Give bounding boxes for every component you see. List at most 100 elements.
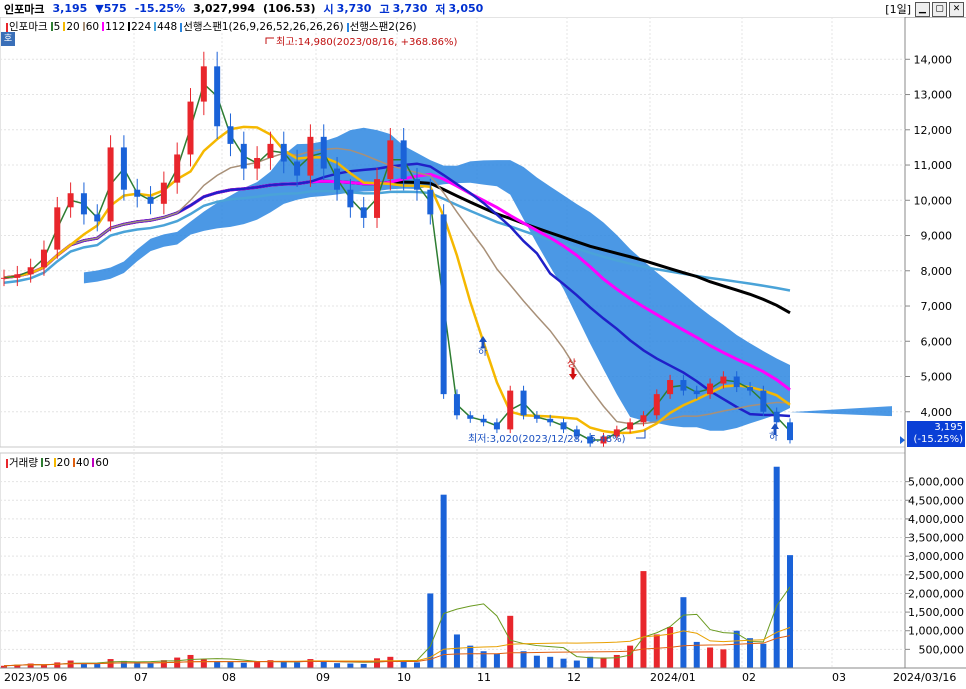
candle-body [120,147,127,190]
volume-bar [320,661,327,668]
volume-bar [240,662,247,668]
legend-item-vma5[interactable]: 5 [40,457,51,469]
legend-marker [102,22,105,31]
volume-legend: 거래량 5 20 40 60 [6,455,109,470]
date-tick-label: 03 [832,671,846,684]
legend-marker [73,458,76,467]
candle-body [387,140,394,180]
volume-bar [440,494,447,668]
candle-body [240,143,247,169]
price-tick-label: 4,000 [921,406,953,419]
volume-tick-label: 2,000,000 [908,587,964,600]
legend-item-vma20[interactable]: 20 [53,457,70,469]
window-controls: [1일] ▁ ▢ ✕ [885,1,964,17]
date-tick-label: 2024/03/16 [893,671,956,684]
date-tick-label: 12 [567,671,581,684]
date-tick-label: 11 [477,671,491,684]
volume-bar [280,662,287,668]
legend-item-ma20[interactable]: 20 [63,21,80,33]
volume-bar [573,660,580,668]
price-tick-label: 10,000 [914,194,953,207]
date-axis: 2023/05 06 07 08 09 10 11 12 2024/01 02 03 2024/03… [0,667,966,684]
minimize-icon[interactable]: ▁ [915,1,930,17]
volume-tick-label: 3,000,000 [908,550,964,563]
candle-body [214,66,221,127]
volume-bar [147,662,154,668]
candle-body [94,214,101,222]
volume-bar [374,658,381,668]
close-icon[interactable]: ✕ [949,1,964,17]
candle-body [693,390,700,395]
volume-bar [294,662,301,668]
legend-item-span1[interactable]: 선행스팬1(26,9,26,52,26,26,26) [180,19,344,34]
legend-marker [50,22,53,31]
legend-item-ma112[interactable]: 112 [102,21,125,33]
volume-bar [707,647,714,668]
price-tick-label: 8,000 [921,265,953,278]
candle-body [160,182,167,204]
candle-body [413,179,420,190]
volume-bar [533,655,540,668]
low-price: 3,050 [448,2,484,15]
legend-marker [6,22,8,32]
volume-bar [600,657,607,668]
ho-button[interactable]: 호 [1,32,15,46]
candle-body [40,249,47,268]
legend-marker [180,22,183,32]
volume-bar [720,649,727,668]
candle-body [187,101,194,155]
legend-item-volume[interactable]: 거래량 [6,455,38,470]
price-tick-label: 6,000 [921,335,953,348]
legend-item-ma224[interactable]: 224 [128,21,151,33]
candle-body [680,380,687,391]
volume-bar [467,645,474,668]
candle-body [640,415,647,423]
legend-item-ma60[interactable]: 60 [82,21,99,33]
maximize-icon[interactable]: ▢ [932,1,947,17]
legend-item-ma5[interactable]: 5 [50,20,61,33]
low-annotation: 최저:3,020(2023/12/28, -5.48%) [468,433,626,445]
legend-marker [82,22,85,31]
candle-body [747,387,754,391]
volume-bar [680,597,687,668]
volume-bar [334,663,341,668]
legend-item-vma40[interactable]: 40 [73,457,89,469]
candle-body [294,161,301,176]
volume-bar [67,660,74,668]
volume-ratio: (106.53) [263,2,316,15]
volume-bar [733,630,740,668]
legend-item-ma448[interactable]: 448 [154,21,177,33]
candle-body [227,126,234,144]
stock-chart[interactable]: 4,000 5,000 6,000 7,000 8,000 9,000 10,000 11,0… [0,17,966,689]
legend-label: 5 [53,20,61,33]
legend-item-vma60[interactable]: 60 [92,457,109,469]
volume-bar [560,658,567,668]
high-label: 고 [379,2,390,16]
candle-body [707,383,714,395]
candle-body [320,136,327,169]
volume-tick-label: 1,000,000 [908,625,964,638]
date-tick-label: 07 [134,671,148,684]
date-tick-label: 2024/01 [650,671,696,684]
date-tick-label: 08 [222,671,236,684]
legend-label: 40 [76,456,90,469]
volume-bar [214,661,221,668]
volume-bar [200,659,207,668]
period-selector[interactable]: [1일] [885,1,911,17]
legend-label: 448 [157,20,178,33]
candle-body [453,394,460,416]
candle-body [653,394,660,416]
chart-title-bar: 인포마크 3,195 ▼575 -15.25% 3,027,994 (106.5… [0,0,966,18]
current-price-label: 3,195 [934,422,963,433]
candle-body [507,390,514,430]
volume-axis: 500,000 1,000,000 1,500,000 2,000,000 2,500,… [905,476,965,656]
date-tick-label: 10 [397,671,411,684]
legend-item-span2[interactable]: 선행스팬2(26) [346,19,416,34]
candle-body [80,193,87,215]
candle-body [360,207,367,218]
candle-body [307,136,314,176]
candle-body [627,422,634,430]
volume-tick-label: 500,000 [919,643,965,656]
volume-tick-label: 4,500,000 [908,494,964,507]
candle-body [733,376,740,388]
